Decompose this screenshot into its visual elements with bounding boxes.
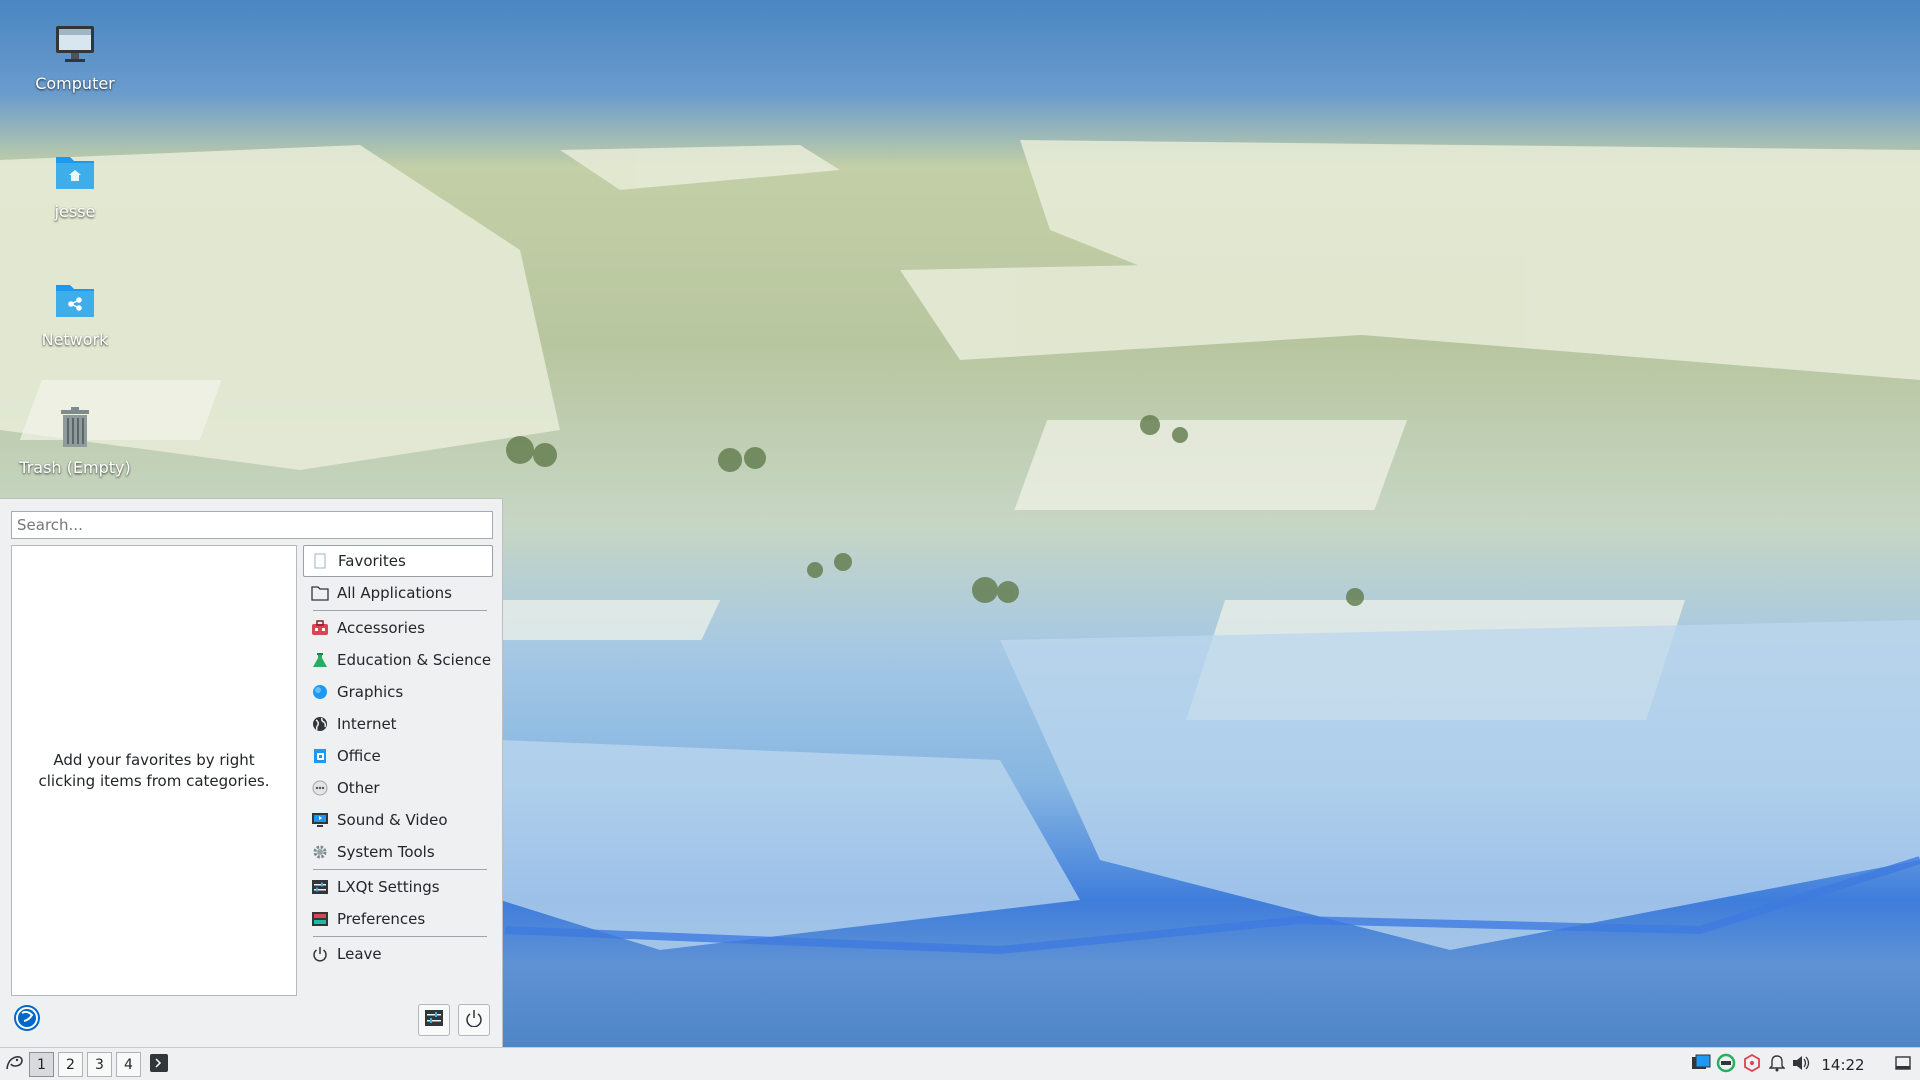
category-education-science[interactable]: Education & Science <box>303 644 493 676</box>
category-leave[interactable]: Leave <box>303 938 493 970</box>
desktop-icon-label: Computer <box>35 74 115 93</box>
folder-icon <box>311 584 329 602</box>
desktop-number: 4 <box>124 1056 133 1073</box>
tray-security-icon[interactable] <box>1741 1052 1763 1077</box>
office-icon <box>311 747 329 765</box>
show-desktop-button[interactable] <box>1892 1052 1914 1077</box>
desktop-number: 3 <box>95 1056 104 1073</box>
desktop-icon-network[interactable]: Network <box>5 276 145 349</box>
tray-notifications[interactable] <box>1766 1052 1788 1077</box>
trash-icon <box>51 404 99 452</box>
application-menu: Add your favorites by right clicking ite… <box>0 498 503 1047</box>
desktop-icon-home[interactable]: jesse <box>5 148 145 221</box>
favorites-hint: Add your favorites by right clicking ite… <box>38 750 270 790</box>
update-notifier-icon <box>1716 1053 1736 1077</box>
power-icon <box>311 945 329 963</box>
bell-icon <box>1768 1054 1786 1076</box>
tray-window-icon[interactable] <box>1690 1052 1712 1077</box>
lubuntu-logo-button[interactable] <box>11 1004 43 1036</box>
desktop-switch-1[interactable]: 1 <box>29 1052 54 1077</box>
category-other[interactable]: Other <box>303 772 493 804</box>
network-folder-icon <box>51 276 99 324</box>
desktop-icon-trash[interactable]: Trash (Empty) <box>5 404 145 477</box>
toolbox-icon <box>311 619 329 637</box>
category-graphics[interactable]: Graphics <box>303 676 493 708</box>
category-label: Office <box>337 747 381 765</box>
category-accessories[interactable]: Accessories <box>303 612 493 644</box>
category-system-tools[interactable]: System Tools <box>303 836 493 868</box>
category-favorites[interactable]: Favorites <box>303 545 493 577</box>
home-folder-icon <box>51 148 99 196</box>
category-label: LXQt Settings <box>337 878 440 896</box>
category-label: Preferences <box>337 910 426 928</box>
settings-button[interactable] <box>418 1004 450 1036</box>
category-label: Sound & Video <box>337 811 448 829</box>
globe-icon <box>311 715 329 733</box>
other-icon <box>311 779 329 797</box>
category-label: Leave <box>337 945 382 963</box>
speaker-icon <box>1792 1055 1810 1075</box>
monitor-icon <box>311 811 329 829</box>
favorites-pane[interactable]: Add your favorites by right clicking ite… <box>11 545 297 996</box>
category-preferences[interactable]: Preferences <box>303 903 493 935</box>
category-label: Internet <box>337 715 397 733</box>
tray-volume[interactable] <box>1790 1052 1812 1077</box>
category-lxqt-settings[interactable]: LXQt Settings <box>303 871 493 903</box>
terminal-icon <box>149 1053 169 1077</box>
lubuntu-logo-icon <box>13 1004 41 1036</box>
category-list: Favorites All Applications Accessories E… <box>303 545 493 970</box>
category-label: System Tools <box>337 843 435 861</box>
settings-icon <box>424 1009 444 1031</box>
category-label: Favorites <box>338 552 406 570</box>
desktop-switch-2[interactable]: 2 <box>58 1052 83 1077</box>
search-input[interactable] <box>11 511 493 539</box>
menu-separator <box>313 869 487 870</box>
tray-updates-icon[interactable] <box>1715 1052 1737 1077</box>
favorites-icon <box>312 552 330 570</box>
category-all-applications[interactable]: All Applications <box>303 577 493 609</box>
quicklaunch-terminal[interactable] <box>148 1052 170 1077</box>
preferences-icon <box>311 910 329 928</box>
desktop-number: 2 <box>66 1056 75 1073</box>
desktop-number: 1 <box>37 1056 46 1073</box>
clock-time: 14:22 <box>1821 1055 1865 1074</box>
desktop-icon-computer[interactable]: Computer <box>5 20 145 93</box>
menu-separator <box>313 610 487 611</box>
main-menu-button[interactable] <box>2 1052 26 1077</box>
desktop-switch-4[interactable]: 4 <box>116 1052 141 1077</box>
desktop-icon-label: Network <box>41 330 109 349</box>
category-label: Accessories <box>337 619 425 637</box>
category-office[interactable]: Office <box>303 740 493 772</box>
power-icon <box>465 1009 483 1031</box>
desktop-icon-label: Trash (Empty) <box>19 458 131 477</box>
category-label: All Applications <box>337 584 452 602</box>
lubuntu-menu-icon <box>4 1053 24 1077</box>
menu-separator <box>313 936 487 937</box>
category-label: Education & Science <box>337 651 492 669</box>
category-label: Other <box>337 779 380 797</box>
leave-button[interactable] <box>458 1004 490 1036</box>
computer-icon <box>51 20 99 68</box>
settings-icon <box>311 878 329 896</box>
taskbar: 1 2 3 4 14:22 <box>0 1047 1920 1080</box>
category-internet[interactable]: Internet <box>303 708 493 740</box>
graphics-icon <box>311 683 329 701</box>
flask-icon <box>311 651 329 669</box>
desktop-icon-label: jesse <box>54 202 96 221</box>
window-manager-icon <box>1691 1054 1711 1076</box>
category-label: Graphics <box>337 683 404 701</box>
clock[interactable]: 14:22 <box>1818 1052 1868 1077</box>
desktop-switch-3[interactable]: 3 <box>87 1052 112 1077</box>
show-desktop-icon <box>1895 1055 1911 1074</box>
category-sound-video[interactable]: Sound & Video <box>303 804 493 836</box>
gear-icon <box>311 843 329 861</box>
package-icon <box>1743 1053 1761 1076</box>
